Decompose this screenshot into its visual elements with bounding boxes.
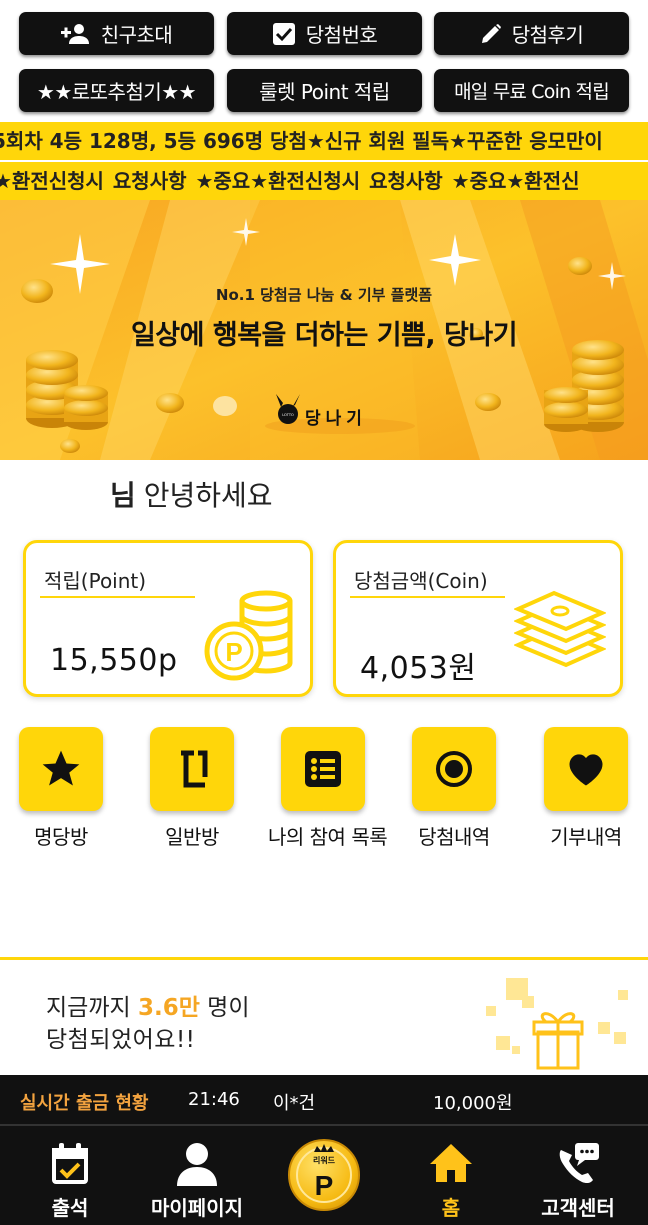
withdraw-status-bar: 실시간 출금 현황 21:46 이*건 10,000원 — [0, 1075, 648, 1124]
withdraw-status-amount: 10,000원 — [433, 1093, 513, 1114]
category-general-room[interactable]: 일반방 — [137, 727, 247, 850]
category-label: 기부내역 — [550, 825, 622, 849]
category-win-history[interactable]: 당첨내역 — [399, 727, 509, 850]
invite-friend-button[interactable]: 친구초대 — [19, 12, 214, 55]
category-label: 일반방 — [165, 825, 219, 849]
daily-coin-label: 매일 무료 Coin 적립 — [454, 81, 610, 103]
category-my-entries[interactable]: 나의 참여 목록 — [268, 727, 388, 850]
roulette-point-button[interactable]: 룰렛 Point 적립 — [227, 69, 422, 112]
withdraw-status-title: 실시간 출금 현황 — [20, 1093, 149, 1114]
banner-title: 일상에 행복을 더하는 기쁨, 당나기 — [130, 320, 518, 351]
greeting-name-suffix: 님 — [110, 479, 136, 512]
bracket-icon — [150, 727, 234, 811]
top-button-grid: 친구초대 당첨번호 당첨후기 ★★로또추첨기★★ 룰렛 Point 적립 매일 … — [0, 0, 648, 122]
winning-reviews-button[interactable]: 당첨후기 — [434, 12, 629, 55]
gift-icon — [486, 978, 628, 1070]
point-card[interactable]: 적립(Point) 15,550p P — [23, 540, 313, 697]
category-donation-history[interactable]: 기부내역 — [531, 727, 641, 850]
news-ticker-text: 5회차 4등 128명, 5등 696명 당첨★신규 회원 필독★꾸준한 응모만… — [0, 129, 603, 153]
nav-mypage[interactable]: 마이페이지 — [132, 1126, 262, 1225]
point-card-title: 적립(Point) — [44, 569, 147, 593]
nav-label: 홈 — [441, 1196, 461, 1220]
greeting-text: 안녕하세요 — [143, 479, 273, 512]
point-card-underline — [40, 596, 195, 598]
coin-stack-icon: P — [204, 589, 296, 685]
category-label: 당첨내역 — [418, 825, 490, 849]
notice-ticker-text: ★환전신청시 요청사항 ★중요★환전신청시 요청사항 ★중요★환전신 — [0, 169, 580, 193]
coin-card[interactable]: 당첨금액(Coin) 4,053원 — [333, 540, 623, 697]
banner-brand: 당나기 — [305, 409, 367, 429]
lotto-drawer-button[interactable]: ★★로또추첨기★★ — [19, 69, 214, 112]
nav-label: 고객센터 — [541, 1196, 615, 1220]
star-icon — [19, 727, 103, 811]
person-icon — [132, 1142, 262, 1186]
winners-count-section: 지금까지 3.6만 명이 당첨되었어요!! — [0, 957, 648, 1075]
point-value: 15,550p — [50, 643, 178, 678]
coin-value: 4,053원 — [360, 651, 477, 686]
category-label: 나의 참여 목록 — [268, 825, 388, 849]
banner-subtitle: No.1 당첨금 나눔 & 기부 플랫폼 — [215, 286, 433, 304]
roulette-point-label: 룰렛 Point 적립 — [259, 80, 390, 104]
heart-icon — [544, 727, 628, 811]
reward-coin-icon[interactable]: 리워드 P — [287, 1138, 361, 1212]
winners-prefix: 지금까지 — [46, 995, 131, 1021]
winners-count: 3.6만 — [137, 995, 200, 1021]
winners-suffix: 명이 — [207, 995, 250, 1021]
nav-customer-center[interactable]: 고객센터 — [513, 1126, 643, 1225]
daily-coin-button[interactable]: 매일 무료 Coin 적립 — [434, 69, 629, 112]
nav-label: 출석 — [51, 1196, 89, 1220]
nav-home[interactable]: 홈 — [386, 1126, 516, 1225]
checkbox-icon — [272, 22, 296, 46]
pencil-icon — [480, 23, 502, 45]
svg-text:P: P — [225, 637, 242, 667]
nav-label: 마이페이지 — [151, 1196, 243, 1220]
phone-chat-icon — [513, 1142, 643, 1186]
add-person-icon — [60, 23, 91, 45]
winning-numbers-label: 당첨번호 — [305, 23, 378, 47]
calendar-check-icon — [5, 1142, 135, 1186]
greeting: 님 안녕하세요 — [110, 474, 273, 514]
invite-friend-label: 친구초대 — [100, 23, 173, 47]
category-label: 명당방 — [34, 825, 88, 849]
category-premium-room[interactable]: 명당방 — [6, 727, 116, 850]
notice-ticker[interactable]: ★환전신청시 요청사항 ★중요★환전신청시 요청사항 ★중요★환전신 — [0, 162, 648, 200]
promo-banner[interactable]: LOTTO No.1 당첨금 나눔 & 기부 플랫폼 일상에 행복을 더하는 기… — [0, 200, 648, 460]
nav-attendance[interactable]: 출석 — [5, 1126, 135, 1225]
cash-stack-icon — [512, 589, 608, 673]
winning-reviews-label: 당첨후기 — [511, 23, 584, 47]
news-ticker[interactable]: 5회차 4등 128명, 5등 696명 당첨★신규 회원 필독★꾸준한 응모만… — [0, 122, 648, 160]
winners-message: 당첨되었어요!! — [46, 1027, 196, 1053]
svg-text:P: P — [315, 1170, 334, 1201]
list-icon — [281, 727, 365, 811]
coin-card-title: 당첨금액(Coin) — [354, 569, 488, 593]
target-icon — [412, 727, 496, 811]
withdraw-status-time: 21:46 — [188, 1089, 240, 1110]
svg-text:LOTTO: LOTTO — [282, 413, 294, 417]
lotto-drawer-label: ★★로또추첨기★★ — [36, 80, 197, 104]
winners-count-line: 지금까지 3.6만 명이 — [46, 988, 250, 1022]
winning-numbers-button[interactable]: 당첨번호 — [227, 12, 422, 55]
home-icon — [386, 1142, 516, 1184]
svg-text:리워드: 리워드 — [313, 1155, 336, 1165]
withdraw-status-name: 이*건 — [273, 1093, 316, 1114]
coin-card-underline — [350, 596, 505, 598]
